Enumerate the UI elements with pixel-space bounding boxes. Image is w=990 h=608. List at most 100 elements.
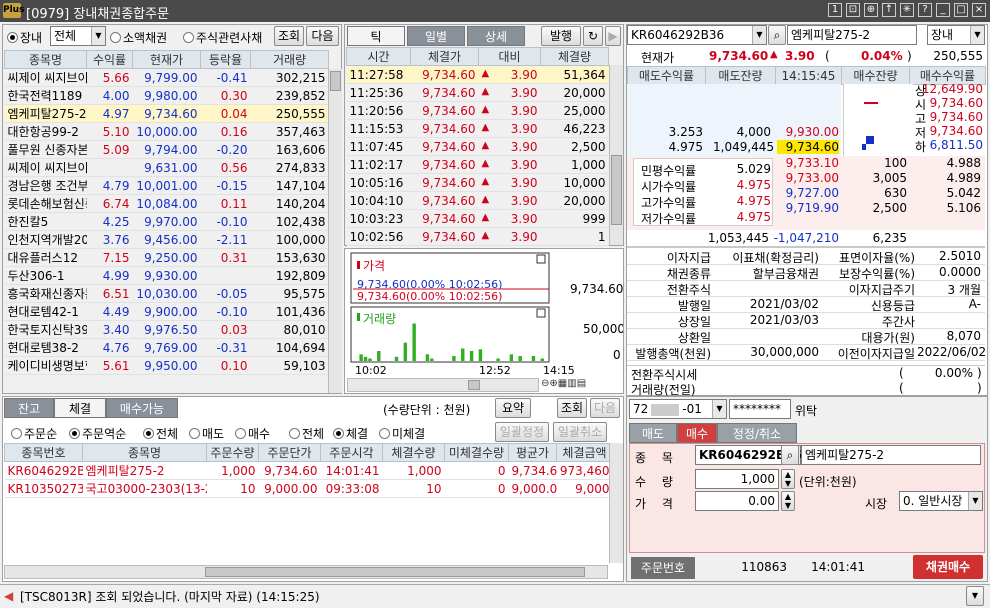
- order-price-input[interactable]: 0.00: [695, 491, 779, 511]
- tab-buy[interactable]: 매수: [677, 423, 717, 443]
- history-hscrollbar[interactable]: [4, 565, 608, 579]
- bond-price: 10,084.00: [132, 194, 201, 213]
- bond-row[interactable]: 흥국화재신종자본증6.5110,030.00-0.0595,575: [4, 284, 329, 303]
- column-header[interactable]: 등락율: [200, 50, 251, 69]
- current-price: 9,734.60: [709, 49, 769, 63]
- price-stepper[interactable]: ▲ ▼: [781, 491, 795, 511]
- restore-icon[interactable]: ⊡: [846, 3, 860, 17]
- query-button[interactable]: 조회: [274, 26, 304, 46]
- radio-side-sell[interactable]: 매도: [189, 425, 224, 442]
- minimize-button[interactable]: _: [936, 3, 950, 17]
- tab-detail[interactable]: 상세: [467, 26, 525, 46]
- tick-diff-value: 3.90: [510, 85, 538, 100]
- password-field[interactable]: ********: [729, 399, 791, 419]
- sell-price-2[interactable]: 9,734.60: [777, 140, 839, 154]
- market-select[interactable]: 전체 ▼: [50, 26, 106, 46]
- column-header[interactable]: 수익률: [86, 50, 133, 69]
- zoom-in-icon[interactable]: ⊕: [864, 3, 878, 17]
- history-query-button[interactable]: 조회: [557, 398, 587, 418]
- history-next-button[interactable]: 다음: [590, 398, 620, 418]
- column-header[interactable]: 현재가: [132, 50, 201, 69]
- maximize-button[interactable]: □: [954, 3, 968, 17]
- buy-price[interactable]: 9,733.10: [777, 156, 839, 170]
- settings-icon[interactable]: ✳: [900, 3, 914, 17]
- buy-price[interactable]: 9,719.90: [777, 201, 839, 215]
- bar-chart-icon[interactable]: ▥: [567, 378, 576, 389]
- bond-row[interactable]: 씨제이 씨지브이32C 9,631.000.56274,833: [4, 158, 329, 177]
- order-qty-input[interactable]: 1,000: [695, 469, 779, 489]
- refresh-icon[interactable]: ↻: [583, 26, 603, 46]
- radio-jangnae[interactable]: 장내: [7, 29, 42, 46]
- print-icon[interactable]: ▤: [577, 378, 586, 389]
- buy-price[interactable]: 9,733.00: [777, 171, 839, 185]
- radio-side-buy[interactable]: 매수: [235, 425, 270, 442]
- buy-price[interactable]: 9,727.00: [777, 186, 839, 200]
- tab-executed[interactable]: 체결: [54, 398, 106, 418]
- bond-row[interactable]: 한진칼5 4.25 9,970.00 -0.10 102,438: [4, 212, 329, 231]
- order-search-icon[interactable]: ⌕: [781, 445, 799, 465]
- bond-row[interactable]: 엠케피탈275-2 4.97 9,734.60 0.04 250,555: [4, 104, 329, 123]
- tick-row: 10:05:16 9,734.60 ▲ 3.90 10,000: [346, 173, 609, 192]
- tab-modify-cancel[interactable]: 정정/취소: [717, 423, 797, 443]
- radio-side-all[interactable]: 전체: [143, 425, 178, 442]
- history-scrollbar[interactable]: [609, 443, 623, 563]
- pin-icon[interactable]: ↑: [882, 3, 896, 17]
- chart-scrollbar[interactable]: [347, 378, 539, 392]
- radio-stock-bond[interactable]: 주식관련사채: [183, 29, 262, 46]
- bond-code-input[interactable]: KR6046292B36 ▼: [627, 25, 767, 45]
- order-market-select[interactable]: 0. 일반시장 ▼: [899, 491, 983, 511]
- bond-row[interactable]: 풀무원 신종자본증권5.099,794.00-0.20163,606: [4, 140, 329, 159]
- tick-scrollbar[interactable]: [609, 65, 623, 245]
- summary-button[interactable]: 요약: [495, 398, 531, 418]
- bond-row[interactable]: 한국토지신탁39 3.40 9,976.50 0.03 80,010: [4, 320, 329, 339]
- bond-list-scrollbar[interactable]: [328, 69, 342, 393]
- tick-time: 11:20:56: [346, 101, 411, 120]
- radio-fill-all[interactable]: 전체: [289, 425, 324, 442]
- sell-price-1[interactable]: 9,930.00: [777, 125, 839, 139]
- bond-row[interactable]: 현대로템42-1 4.49 9,900.00 -0.10 101,436: [4, 302, 329, 321]
- qty-stepper[interactable]: ▲ ▼: [781, 469, 795, 489]
- history-row[interactable]: KR6046292B36엠케피탈275-21,0009,734.6014:01:…: [4, 461, 613, 480]
- bond-row[interactable]: 현대로템38-2 4.76 9,769.00 -0.31 104,694: [4, 338, 329, 357]
- bond-price: 10,001.00: [132, 176, 201, 195]
- column-header[interactable]: 종목명: [4, 50, 87, 69]
- grid-icon[interactable]: ▦: [558, 378, 567, 389]
- radio-fill-pending[interactable]: 미체결: [379, 425, 425, 442]
- radio-order-desc[interactable]: 주문역순: [69, 425, 126, 442]
- radio-small-bond[interactable]: 소액채권: [110, 29, 167, 46]
- bond-row[interactable]: 인천지역개발20-053.769,456.00-2.11100,000: [4, 230, 329, 249]
- help-icon[interactable]: ?: [918, 3, 932, 17]
- market-select[interactable]: 장내 ▼: [927, 25, 985, 45]
- bond-row[interactable]: 경남은행 조건부(상4.7910,001.00-0.15147,104: [4, 176, 329, 195]
- tab-tick[interactable]: 틱: [347, 26, 405, 46]
- bond-row[interactable]: 대한항공99-2 5.10 10,000.00 0.16 357,463: [4, 122, 329, 141]
- account-select[interactable]: 72 -01 ▼: [629, 399, 727, 419]
- next-button[interactable]: 다음: [306, 26, 339, 46]
- info-key: 발행일: [677, 299, 711, 313]
- tab-balance[interactable]: 잔고: [4, 398, 54, 418]
- tab-daily[interactable]: 일별: [407, 26, 465, 46]
- screen-number-button[interactable]: 1: [828, 3, 842, 17]
- bond-row[interactable]: 두산306-1 4.99 9,930.00 192,809: [4, 266, 329, 285]
- issue-button[interactable]: 발행: [541, 26, 581, 46]
- zoom-in-chart-icon[interactable]: ⊕: [549, 378, 557, 389]
- column-header[interactable]: 거래량: [250, 50, 329, 69]
- bond-row[interactable]: 대유플러스12 7.15 9,250.00 0.31 153,630: [4, 248, 329, 267]
- chevron-down-icon: ▼: [712, 400, 726, 418]
- bond-row[interactable]: 한국전력1189 4.00 9,980.00 0.30 239,852: [4, 86, 329, 105]
- tab-buyable[interactable]: 매수가능: [106, 398, 178, 418]
- close-button[interactable]: ×: [972, 3, 986, 17]
- status-expand-button[interactable]: ▼: [966, 586, 984, 606]
- bond-row[interactable]: 케이디비생명보험7(5.619,950.000.1059,103: [4, 356, 329, 375]
- batch-cancel-button[interactable]: 일괄취소: [553, 422, 607, 442]
- batch-modify-button[interactable]: 일괄정정: [495, 422, 549, 442]
- search-icon[interactable]: ⌕: [768, 25, 786, 45]
- history-row[interactable]: KR1035027336국고03000-2303(13-2)109,000.00…: [4, 479, 613, 498]
- bond-row[interactable]: 롯데손해보험신종자6.7410,084.000.11140,204: [4, 194, 329, 213]
- radio-fill-done[interactable]: 체결: [333, 425, 368, 442]
- next-arrow-icon[interactable]: ▶: [605, 26, 621, 46]
- tab-sell[interactable]: 매도: [629, 423, 677, 443]
- bond-buy-button[interactable]: 채권매수: [913, 555, 983, 579]
- radio-order-asc[interactable]: 주문순: [11, 425, 57, 442]
- bond-row[interactable]: 씨제이 씨지브이신종5.669,799.00-0.41302,215: [4, 68, 329, 87]
